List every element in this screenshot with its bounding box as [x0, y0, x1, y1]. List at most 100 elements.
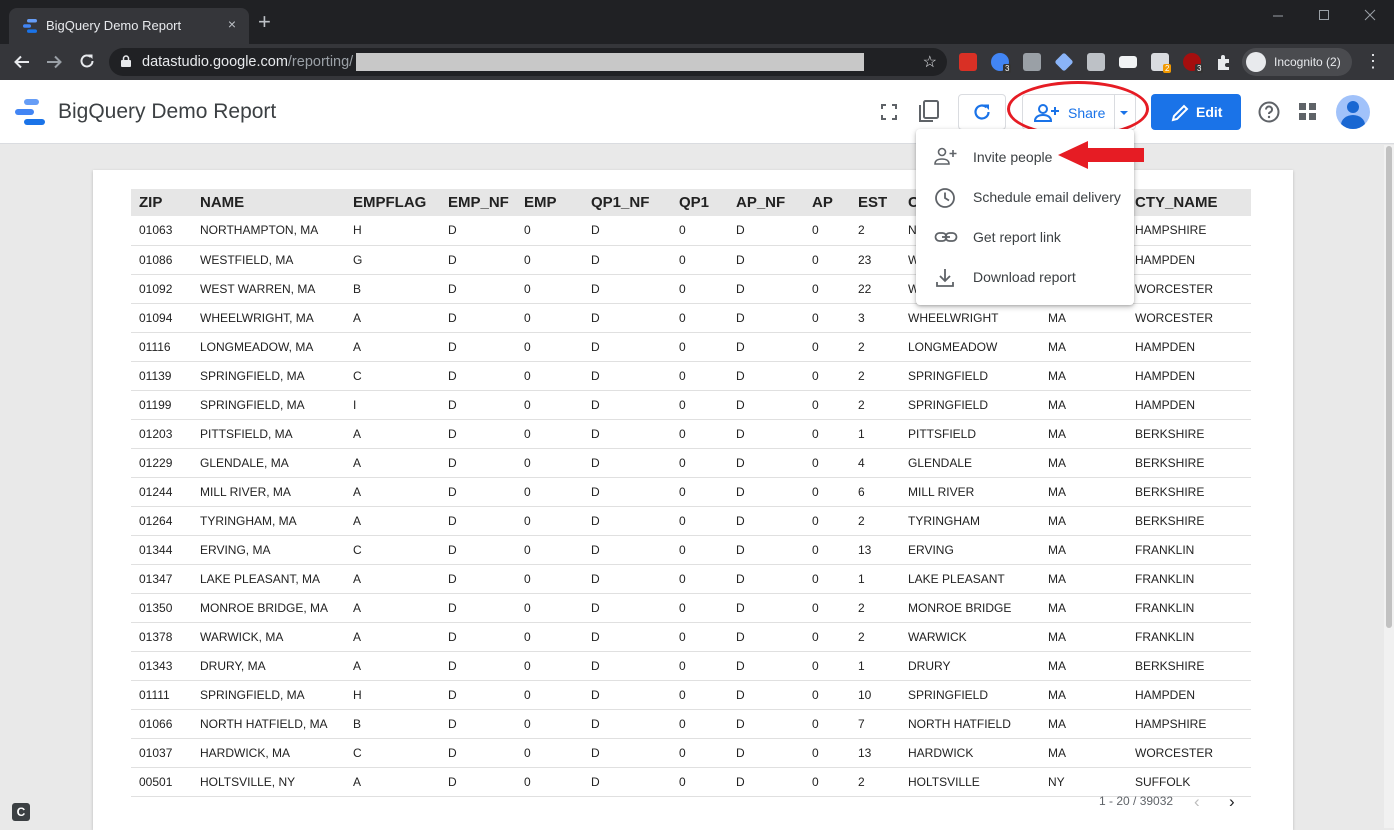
- table-cell: D: [728, 477, 804, 507]
- scrollbar-thumb[interactable]: [1386, 146, 1392, 628]
- table-row: 01229 GLENDALE, MA A D 0 D 0 D 0 4 GLENDALE MA BERKS…: [131, 448, 1251, 478]
- table-cell: D: [728, 361, 804, 391]
- column-header[interactable]: EMPFLAG: [345, 189, 440, 216]
- table-cell: WORCESTER: [1127, 303, 1251, 333]
- table-cell: 0: [516, 303, 583, 333]
- apps-grid-icon[interactable]: [1299, 103, 1317, 121]
- chevron-right-icon[interactable]: ›: [1229, 792, 1235, 812]
- table-cell: 0: [516, 651, 583, 681]
- table-cell: 2: [850, 593, 900, 623]
- table-cell: 22: [850, 274, 900, 304]
- column-header[interactable]: QP1_NF: [583, 189, 671, 216]
- table-cell: MA: [1040, 651, 1127, 681]
- table-cell: 2: [850, 332, 900, 362]
- table-cell: D: [440, 651, 516, 681]
- menu-item-download-report[interactable]: Download report: [916, 257, 1134, 297]
- copy-report-icon[interactable]: [918, 100, 940, 124]
- table-cell: MA: [1040, 506, 1127, 536]
- tab-close-icon[interactable]: ×: [223, 16, 241, 32]
- column-header[interactable]: AP_NF: [728, 189, 804, 216]
- table-cell: BERKSHIRE: [1127, 506, 1251, 536]
- table-cell: D: [583, 303, 671, 333]
- column-header[interactable]: EST: [850, 189, 900, 216]
- help-icon[interactable]: [1258, 101, 1280, 123]
- url-host: datastudio.google.com: [142, 54, 288, 70]
- table-cell: 0: [516, 767, 583, 797]
- table-cell: 3: [850, 303, 900, 333]
- column-header[interactable]: EMP: [516, 189, 583, 216]
- table-cell: A: [345, 506, 440, 536]
- column-header[interactable]: NAME: [192, 189, 345, 216]
- menu-item-label: Invite people: [973, 149, 1053, 165]
- table-cell: PITTSFIELD: [900, 419, 1040, 449]
- menu-item-label: Schedule email delivery: [973, 189, 1121, 205]
- table-cell: WESTFIELD, MA: [192, 245, 345, 275]
- refresh-data-button[interactable]: [958, 94, 1006, 130]
- table-cell: DRURY: [900, 651, 1040, 681]
- table-cell: C: [345, 361, 440, 391]
- table-cell: 0: [516, 535, 583, 565]
- column-header[interactable]: CTY_NAME: [1127, 189, 1251, 216]
- table-cell: 2: [850, 506, 900, 536]
- table-cell: 00501: [131, 767, 192, 797]
- back-arrow-icon[interactable]: [13, 53, 35, 71]
- table-cell: 0: [671, 593, 728, 623]
- forward-arrow-icon[interactable]: [45, 53, 67, 71]
- incognito-indicator[interactable]: Incognito (2): [1242, 48, 1352, 76]
- column-header[interactable]: AP: [804, 189, 850, 216]
- edit-button[interactable]: Edit: [1151, 94, 1241, 130]
- table-cell: HAMPDEN: [1127, 332, 1251, 362]
- table-cell: 01264: [131, 506, 192, 536]
- table-cell: 4: [850, 448, 900, 478]
- table-cell: 0: [671, 680, 728, 710]
- table-cell: SPRINGFIELD: [900, 390, 1040, 420]
- table-cell: C: [345, 738, 440, 768]
- table-cell: 01203: [131, 419, 192, 449]
- diamond-icon[interactable]: [1054, 52, 1074, 72]
- table-cell: 0: [804, 622, 850, 652]
- table-cell: BERKSHIRE: [1127, 419, 1251, 449]
- menu-item-get-report-link[interactable]: Get report link: [916, 217, 1134, 257]
- table-cell: BERKSHIRE: [1127, 448, 1251, 478]
- table-cell: WORCESTER: [1127, 274, 1251, 304]
- extension-icon-5[interactable]: [1087, 53, 1105, 71]
- puzzle-extensions-icon[interactable]: [1215, 53, 1233, 71]
- table-row: 01203 PITTSFIELD, MA A D 0 D 0 D 0 1 PITTSFIELD MA B…: [131, 419, 1251, 449]
- table-cell: 0: [516, 506, 583, 536]
- column-header[interactable]: QP1: [671, 189, 728, 216]
- reload-icon[interactable]: [78, 52, 100, 70]
- table-cell: 0: [671, 564, 728, 594]
- extension-icon-3[interactable]: [1023, 53, 1041, 71]
- address-bar[interactable]: datastudio.google.com/reporting/ ☆: [109, 48, 947, 76]
- table-row: 01139 SPRINGFIELD, MA C D 0 D 0 D 0 2 SPRINGFIELD M…: [131, 361, 1251, 391]
- column-header[interactable]: EMP_NF: [440, 189, 516, 216]
- fullscreen-icon[interactable]: [881, 104, 897, 120]
- browser-menu-icon[interactable]: ⋮: [1364, 51, 1382, 71]
- minimize-icon[interactable]: [1272, 10, 1284, 22]
- table-cell: 0: [804, 535, 850, 565]
- extension-icon-6[interactable]: [1119, 56, 1137, 68]
- extension-icon-1[interactable]: [959, 53, 977, 71]
- table-cell: 0: [804, 564, 850, 594]
- table-cell: MA: [1040, 361, 1127, 391]
- avatar-body: [1341, 115, 1365, 129]
- column-header[interactable]: ZIP: [131, 189, 192, 216]
- table-cell: 01139: [131, 361, 192, 391]
- avatar[interactable]: [1336, 95, 1370, 129]
- bookmark-star-icon[interactable]: ☆: [923, 52, 937, 72]
- browser-tab[interactable]: BigQuery Demo Report ×: [9, 8, 249, 44]
- table-cell: A: [345, 564, 440, 594]
- url-text: datastudio.google.com/reporting/: [142, 54, 353, 70]
- chevron-left-icon[interactable]: ‹: [1194, 792, 1200, 812]
- data-studio-favicon: [23, 19, 37, 33]
- window-close-icon[interactable]: [1364, 9, 1376, 21]
- maximize-icon[interactable]: [1318, 9, 1330, 21]
- new-tab-button[interactable]: +: [258, 11, 271, 33]
- table-cell: D: [728, 245, 804, 275]
- table-cell: 0: [671, 245, 728, 275]
- table-cell: B: [345, 274, 440, 304]
- menu-item-schedule-email[interactable]: Schedule email delivery: [916, 177, 1134, 217]
- table-cell: H: [345, 680, 440, 710]
- table-cell: 0: [516, 390, 583, 420]
- table-cell: D: [440, 216, 516, 246]
